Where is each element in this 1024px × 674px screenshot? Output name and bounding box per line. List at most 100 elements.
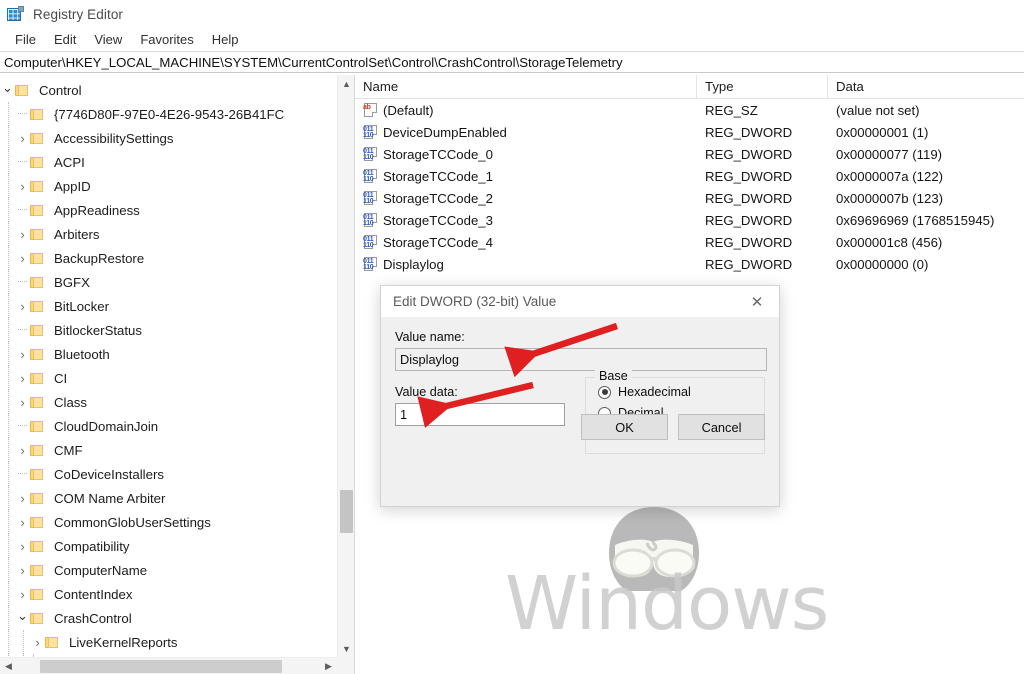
tree-item[interactable]: CoDeviceInstallers <box>0 462 337 486</box>
tree-indent <box>0 102 15 126</box>
chevron-right-icon[interactable]: › <box>15 294 30 318</box>
table-row[interactable]: 011 110 StorageTCCode_1 REG_DWORD 0x0000007a… <box>355 165 1024 187</box>
tree-item-label: AppID <box>54 178 91 194</box>
tree-item[interactable]: CloudDomainJoin <box>0 414 337 438</box>
tree-vscroll-thumb[interactable] <box>340 490 353 533</box>
table-row[interactable]: 011 110 Displaylog REG_DWORD 0x00000000 (0) <box>355 253 1024 275</box>
value-data-input[interactable]: 1 <box>395 403 565 426</box>
tree-indent <box>0 510 15 534</box>
folder-icon <box>30 516 44 529</box>
cell-type: REG_DWORD <box>705 212 793 228</box>
tree-item[interactable]: › CMF <box>0 438 337 462</box>
menu-edit[interactable]: Edit <box>45 31 85 48</box>
tree-item[interactable]: › ComputerName <box>0 558 337 582</box>
tree-item[interactable]: › LiveKernelReports <box>0 630 337 654</box>
table-row[interactable]: 011 110 StorageTCCode_2 REG_DWORD 0x0000007b… <box>355 187 1024 209</box>
tree-connector <box>15 462 30 486</box>
tree-indent <box>0 174 15 198</box>
tree-item-label: CoDeviceInstallers <box>54 466 164 482</box>
tree-item-label: {7746D80F-97E0-4E26-9543-26B41FC <box>54 106 285 122</box>
menu-help[interactable]: Help <box>203 31 248 48</box>
tree-item[interactable]: › AppID <box>0 174 337 198</box>
cancel-button[interactable]: Cancel <box>678 414 765 440</box>
chevron-right-icon[interactable]: › <box>15 126 30 150</box>
folder-icon <box>15 84 29 97</box>
menu-favorites[interactable]: Favorites <box>131 31 202 48</box>
tree-item[interactable]: ⌄ Control <box>0 78 337 102</box>
tree-indent <box>0 414 15 438</box>
tree-item[interactable]: › BackupRestore <box>0 246 337 270</box>
radio-hexadecimal-indicator[interactable] <box>598 385 611 399</box>
tree-item[interactable]: BitlockerStatus <box>0 318 337 342</box>
table-row[interactable]: 011 110 StorageTCCode_0 REG_DWORD 0x00000077… <box>355 143 1024 165</box>
menu-file[interactable]: File <box>6 31 45 48</box>
radio-hexadecimal[interactable]: Hexadecimal <box>598 385 764 399</box>
scroll-down-icon[interactable]: ▼ <box>338 640 354 657</box>
folder-icon <box>30 396 44 409</box>
tree-item[interactable]: ACPI <box>0 150 337 174</box>
tree-item[interactable]: › CommonGlobUserSettings <box>0 510 337 534</box>
menu-view[interactable]: View <box>85 31 131 48</box>
column-header-type[interactable]: Type <box>697 75 828 99</box>
tree-item[interactable]: › Bluetooth <box>0 342 337 366</box>
table-row[interactable]: 011 110 StorageTCCode_3 REG_DWORD 0x69696969… <box>355 209 1024 231</box>
tree-item[interactable]: ⌄ CrashControl <box>0 606 337 630</box>
chevron-right-icon[interactable]: › <box>15 246 30 270</box>
value-name: StorageTCCode_1 <box>383 168 493 184</box>
chevron-right-icon[interactable]: › <box>15 510 30 534</box>
chevron-right-icon[interactable]: › <box>15 582 30 606</box>
values-list[interactable]: ab (Default) REG_SZ (value not set) 011 110 De… <box>355 99 1024 275</box>
tree-item[interactable]: {7746D80F-97E0-4E26-9543-26B41FC <box>0 102 337 126</box>
tree-item[interactable]: › Class <box>0 390 337 414</box>
cell-data: 0x00000001 (1) <box>836 124 929 140</box>
chevron-right-icon[interactable]: › <box>15 366 30 390</box>
tree-indent <box>0 270 15 294</box>
chevron-right-icon[interactable]: › <box>15 438 30 462</box>
tree-item[interactable]: AppReadiness <box>0 198 337 222</box>
chevron-right-icon[interactable]: › <box>15 174 30 198</box>
tree-item[interactable]: BGFX <box>0 270 337 294</box>
table-row[interactable]: 011 110 StorageTCCode_4 REG_DWORD 0x000001c8… <box>355 231 1024 253</box>
chevron-right-icon[interactable]: › <box>15 222 30 246</box>
scroll-up-icon[interactable]: ▲ <box>338 75 354 92</box>
tree-item[interactable]: › Compatibility <box>0 534 337 558</box>
table-row[interactable]: 011 110 DeviceDumpEnabled REG_DWORD 0x000000… <box>355 121 1024 143</box>
chevron-down-icon[interactable]: ⌄ <box>15 604 30 628</box>
cell-name: 011 110 StorageTCCode_4 <box>355 235 697 250</box>
cell-data: 0x000001c8 (456) <box>836 234 943 250</box>
chevron-right-icon[interactable]: › <box>15 342 30 366</box>
column-header-data[interactable]: Data <box>828 75 1024 99</box>
tree-vertical-scrollbar[interactable]: ▲ ▼ <box>337 75 354 657</box>
chevron-right-icon[interactable]: › <box>15 486 30 510</box>
value-name-label: Value name: <box>395 330 465 344</box>
cell-data: 0x0000007a (122) <box>836 168 944 184</box>
chevron-down-icon[interactable]: ⌄ <box>0 76 15 100</box>
tree-indent <box>0 462 15 486</box>
tree-item[interactable]: › CI <box>0 366 337 390</box>
tree-horizontal-scrollbar[interactable]: ◀ ▶ <box>0 657 337 674</box>
tree-item-label: Compatibility <box>54 538 130 554</box>
cell-name: 011 110 StorageTCCode_0 <box>355 147 697 162</box>
ok-button[interactable]: OK <box>581 414 668 440</box>
value-name-input[interactable]: Displaylog <box>395 348 767 371</box>
dialog-title-bar: Edit DWORD (32-bit) Value <box>381 286 779 317</box>
table-row[interactable]: ab (Default) REG_SZ (value not set) <box>355 99 1024 121</box>
tree-item-label: CloudDomainJoin <box>54 418 159 434</box>
tree-item[interactable]: › COM Name Arbiter <box>0 486 337 510</box>
tree-scroll-area: ⌄ Control {7746D80F-97E0-4E26-9543-26B41FC… <box>0 75 337 657</box>
tree-item[interactable]: › Arbiters <box>0 222 337 246</box>
address-bar[interactable]: Computer\HKEY_LOCAL_MACHINE\SYSTEM\Curre… <box>0 51 1024 73</box>
registry-tree[interactable]: ⌄ Control {7746D80F-97E0-4E26-9543-26B41FC… <box>0 75 337 657</box>
tree-item[interactable]: › AccessibilitySettings <box>0 126 337 150</box>
column-header-name[interactable]: Name <box>355 75 697 99</box>
tree-hscroll-thumb[interactable] <box>40 660 282 673</box>
chevron-right-icon[interactable]: › <box>30 630 45 654</box>
scroll-left-icon[interactable]: ◀ <box>0 658 17 674</box>
close-icon[interactable]: ✕ <box>735 286 779 317</box>
chevron-right-icon[interactable]: › <box>15 534 30 558</box>
tree-item[interactable]: › ContentIndex <box>0 582 337 606</box>
scroll-right-icon[interactable]: ▶ <box>320 658 337 674</box>
chevron-right-icon[interactable]: › <box>15 390 30 414</box>
tree-item[interactable]: › BitLocker <box>0 294 337 318</box>
chevron-right-icon[interactable]: › <box>15 558 30 582</box>
